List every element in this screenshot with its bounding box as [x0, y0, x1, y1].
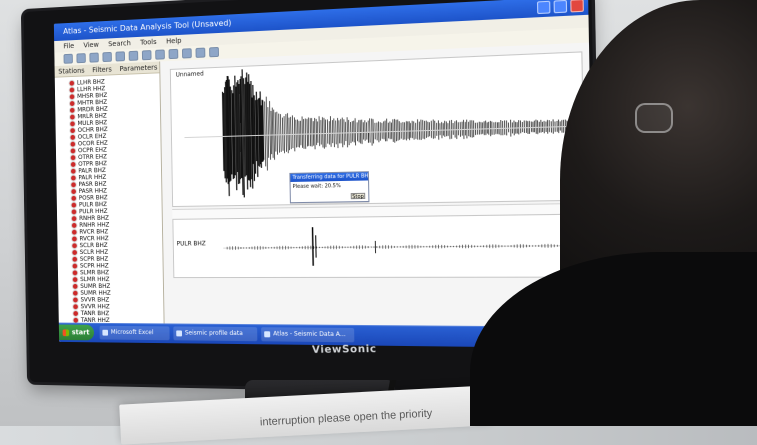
left-panel-tab[interactable]: Parameters: [114, 64, 158, 74]
zoom-in-icon[interactable]: [102, 52, 112, 62]
station-status-icon: [71, 142, 76, 147]
menu-item-search[interactable]: Search: [108, 39, 131, 48]
menu-item-view[interactable]: View: [83, 41, 99, 50]
bottom-waveform: [227, 224, 577, 266]
taskbar-item-label: Seismic profile data: [185, 330, 243, 338]
top-seismogram-svg: [170, 51, 585, 207]
zoom-out-icon[interactable]: [115, 51, 125, 61]
station-list-label: SLMR HHZ: [80, 276, 109, 283]
station-status-icon: [70, 88, 75, 93]
station-status-icon: [72, 230, 77, 235]
taskbar-item-label: Atlas - Seismic Data A...: [273, 330, 346, 338]
station-status-icon: [71, 169, 76, 174]
station-list-item[interactable]: SLMR HHZ: [73, 276, 163, 283]
bottom-plot-baseline: [223, 246, 579, 248]
refresh-icon[interactable]: [209, 47, 219, 57]
open-icon[interactable]: [64, 54, 73, 64]
station-status-icon: [70, 101, 75, 106]
bottom-seismogram-svg: [172, 214, 586, 279]
app-icon: [264, 331, 270, 337]
station-status-icon: [70, 115, 75, 120]
station-status-icon: [71, 196, 76, 201]
play-icon[interactable]: [155, 49, 165, 59]
station-status-icon: [72, 243, 77, 248]
station-status-icon: [70, 128, 75, 133]
left-panel-tab[interactable]: Filters: [87, 66, 112, 75]
station-status-icon: [69, 81, 74, 86]
transfer-dialog: Transferring data for PULR BHZ Please wa…: [289, 171, 369, 203]
station-status-icon: [70, 94, 75, 99]
station-list-label: SLMR BHZ: [80, 269, 109, 276]
top-seismogram-plot: Unnamed Transferring data for PULR BHZ P…: [170, 51, 585, 207]
station-status-icon: [71, 155, 76, 160]
station-status-icon: [71, 182, 76, 187]
windows-logo-icon: [63, 329, 70, 336]
menu-item-tools[interactable]: Tools: [140, 38, 157, 47]
excel-icon: [102, 330, 108, 336]
bottom-wave-spike: [313, 227, 314, 266]
station-status-icon: [72, 203, 77, 208]
window-controls: [537, 0, 584, 14]
transfer-dialog-stop-button[interactable]: Stop: [351, 193, 366, 199]
pan-icon[interactable]: [129, 51, 139, 61]
station-status-icon: [72, 223, 77, 228]
taskbar-item-profile[interactable]: Seismic profile data: [173, 326, 257, 341]
menu-item-file[interactable]: File: [63, 42, 74, 50]
station-status-icon: [71, 189, 76, 194]
save-icon[interactable]: [76, 53, 85, 63]
taskbar-item-label: Microsoft Excel: [111, 329, 154, 336]
station-status-icon: [71, 162, 76, 167]
start-label: start: [72, 328, 90, 336]
station-status-icon: [73, 291, 78, 296]
station-status-icon: [73, 311, 78, 316]
transfer-dialog-title: Transferring data for PULR BHZ: [290, 172, 368, 182]
close-button[interactable]: [570, 0, 584, 12]
station-status-icon: [73, 298, 78, 303]
station-status-icon: [72, 209, 77, 214]
station-status-icon: [70, 108, 75, 113]
monitor-brand: ViewSonic: [308, 344, 380, 359]
station-status-icon: [72, 237, 77, 242]
settings-icon[interactable]: [182, 48, 192, 58]
left-panel: Stations Filters Parameters LLHR BHZLLHR…: [55, 61, 165, 343]
station-status-icon: [70, 121, 75, 126]
transfer-dialog-status: Please wait: 20.5%: [293, 183, 367, 190]
station-status-icon: [72, 250, 77, 255]
folder-icon: [176, 330, 182, 336]
left-panel-tab[interactable]: Stations: [58, 67, 84, 76]
station-status-icon: [73, 277, 78, 282]
glasses: [635, 103, 673, 133]
station-status-icon: [70, 135, 75, 140]
menu-item-help[interactable]: Help: [166, 37, 181, 46]
station-status-icon: [73, 284, 78, 289]
bottom-seismogram-plot: PULR BHZ: [172, 214, 586, 279]
filter-icon[interactable]: [142, 50, 152, 60]
start-button[interactable]: start: [59, 325, 94, 341]
minimize-button[interactable]: [537, 1, 550, 14]
taskbar-item-atlas[interactable]: Atlas - Seismic Data A...: [261, 327, 354, 342]
station-status-icon: [73, 270, 78, 275]
export-icon[interactable]: [195, 48, 205, 58]
station-list: LLHR BHZLLHR HHZMHSR BHZMHTR BHZMRDR BHZ…: [55, 73, 164, 343]
station-status-icon: [73, 264, 78, 269]
maximize-button[interactable]: [554, 0, 568, 13]
station-status-icon: [73, 304, 78, 309]
print-icon[interactable]: [89, 53, 98, 63]
station-status-icon: [72, 257, 77, 262]
taskbar-item-excel[interactable]: Microsoft Excel: [100, 326, 170, 340]
station-status-icon: [71, 176, 76, 181]
station-status-icon: [71, 148, 76, 153]
stop-icon[interactable]: [169, 49, 179, 59]
station-list-label: SUMR BHZ: [80, 283, 110, 290]
station-status-icon: [72, 216, 77, 221]
